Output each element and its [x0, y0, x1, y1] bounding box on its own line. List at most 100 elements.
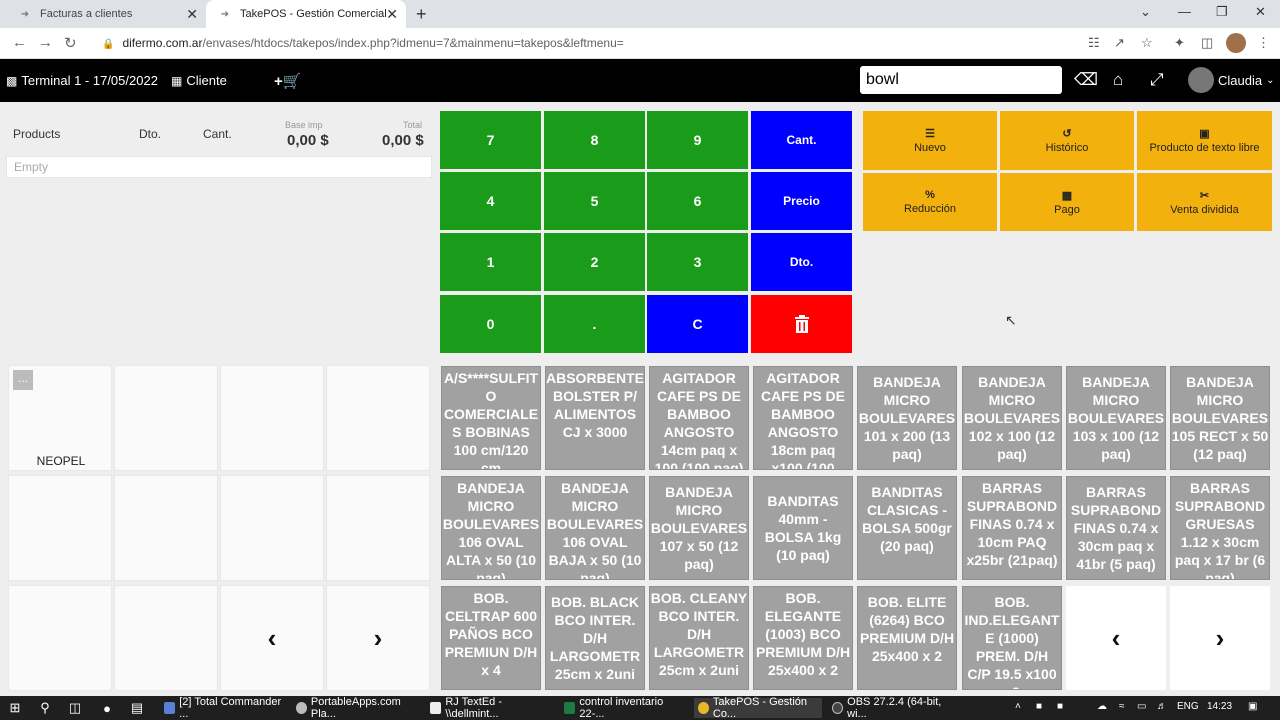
- product-tile[interactable]: BOB. ELITE (6264) BCO PREMIUM D/H 25x400…: [857, 586, 957, 690]
- reduction-button[interactable]: % Reducción: [863, 173, 997, 231]
- product-tile[interactable]: BOB. CLEANY BCO INTER. D/H LARGOMETR 25c…: [649, 586, 749, 690]
- new-tab-icon[interactable]: +: [416, 4, 427, 25]
- volume-icon[interactable]: ♬: [1157, 701, 1167, 712]
- window-close-icon[interactable]: ✕: [1255, 4, 1266, 20]
- share-icon[interactable]: ↗: [1114, 35, 1125, 51]
- split-sale-button[interactable]: ✂ Venta dividida: [1137, 173, 1272, 231]
- taskbar-app-takepos[interactable]: TakePOS - Gestión Co...: [694, 696, 822, 720]
- terminal-selector[interactable]: ▩ Terminal 1 - 17/05/2022: [6, 59, 158, 102]
- product-tile[interactable]: BARRAS SUPRABOND FINAS 0.74 x 10cm PAQ x…: [962, 476, 1062, 580]
- clear-key[interactable]: C: [647, 295, 748, 353]
- product-tile[interactable]: BOB. CELTRAP 600 PAÑOS BCO PREMIUN D/H x…: [441, 586, 541, 690]
- tray-chevron-icon[interactable]: ˄: [1015, 701, 1021, 712]
- add-to-cart-icon[interactable]: +🛒: [274, 59, 301, 102]
- tray-app-icon[interactable]: ■: [1036, 701, 1042, 712]
- key-5[interactable]: 5: [544, 172, 645, 230]
- product-prev-icon[interactable]: ‹: [1066, 586, 1166, 690]
- product-tile[interactable]: AGITADOR CAFE PS DE BAMBOO ANGOSTO 18cm …: [753, 366, 853, 470]
- browser-tab-takepos[interactable]: ➜ TakePOS - Gestión Comercial ✕: [206, 0, 406, 28]
- product-tile[interactable]: BANDITAS CLASICAS - BOLSA 500gr (20 paq): [857, 476, 957, 580]
- minimize-icon[interactable]: —: [1178, 4, 1191, 19]
- key-6[interactable]: 6: [647, 172, 748, 230]
- product-tile[interactable]: BOB. ELEGANTE (1003) BCO PREMIUM D/H 25x…: [753, 586, 853, 690]
- bookmark-star-icon[interactable]: ☆: [1141, 35, 1153, 51]
- taskbar-app-total-commander[interactable]: [2] Total Commander ...: [160, 696, 286, 720]
- taskbar-app-rj-texted[interactable]: RJ TextEd - \\dellmint...: [426, 696, 552, 720]
- home-icon[interactable]: ⌂: [1113, 70, 1123, 90]
- browser-menu-icon[interactable]: ⋮: [1257, 35, 1270, 51]
- taskbar-app-obs[interactable]: OBS 27.2.4 (64-bit, wi...: [828, 696, 954, 720]
- notifications-icon[interactable]: ▣: [1248, 701, 1257, 712]
- extensions-icon[interactable]: ✦: [1174, 35, 1185, 51]
- search-icon[interactable]: ⚲: [36, 699, 54, 717]
- product-tile[interactable]: BARRAS SUPRABOND GRUESAS 1.12 x 30cm paq…: [1170, 476, 1270, 580]
- history-button[interactable]: ↺ Histórico: [1000, 111, 1134, 170]
- product-tile[interactable]: BANDEJA MICRO BOULEVARES 106 OVAL ALTA x…: [441, 476, 541, 580]
- taskbar-app-portableapps[interactable]: PortableApps.com Pla...: [292, 696, 418, 720]
- onedrive-icon[interactable]: ☁: [1097, 701, 1107, 712]
- fullscreen-icon[interactable]: ⤢: [1150, 70, 1164, 90]
- delete-line-button[interactable]: [751, 295, 852, 353]
- tab-search-chevron-icon[interactable]: ⌄: [1140, 4, 1151, 20]
- product-tile[interactable]: BANDEJA MICRO BOULEVARES 105 RECT x 50 (…: [1170, 366, 1270, 470]
- product-tile[interactable]: AGITADOR CAFE PS DE BAMBOO ANGOSTO 14cm …: [649, 366, 749, 470]
- product-tile[interactable]: BOB. BLACK BCO INTER. D/H LARGOMETR 25cm…: [545, 586, 645, 690]
- tab-close-icon[interactable]: ✕: [386, 6, 398, 23]
- discount-button[interactable]: Dto.: [751, 233, 852, 291]
- clear-search-icon[interactable]: ⌫: [1074, 70, 1098, 90]
- product-next-icon[interactable]: ›: [1170, 586, 1270, 690]
- user-menu[interactable]: Claudia ⌄: [1188, 67, 1274, 93]
- file-explorer-icon[interactable]: ▤: [128, 699, 146, 717]
- product-tile[interactable]: BANDEJA MICRO BOULEVARES 107 x 50 (12 pa…: [649, 476, 749, 580]
- free-text-product-button[interactable]: ▣ Producto de texto libre: [1137, 111, 1272, 170]
- new-sale-button[interactable]: ☰ Nuevo: [863, 111, 997, 170]
- clock[interactable]: 14:23: [1207, 701, 1232, 712]
- edge-icon[interactable]: ●: [98, 699, 116, 717]
- key-3[interactable]: 3: [647, 233, 748, 291]
- reload-icon[interactable]: ↻: [64, 34, 77, 52]
- back-icon[interactable]: ←: [12, 34, 27, 51]
- product-tile[interactable]: BOB. IND.ELEGANTE (1000) PREM. D/H C/P 1…: [962, 586, 1062, 690]
- taskbar-app-excel[interactable]: control inventario 22-...: [560, 696, 686, 720]
- url-field[interactable]: 🔒 difermo.com.ar/envases/htdocs/takepos/i…: [90, 32, 1080, 55]
- key-2[interactable]: 2: [544, 233, 645, 291]
- category-next-icon[interactable]: ›: [326, 585, 430, 691]
- translate-icon[interactable]: ☷: [1088, 35, 1100, 51]
- task-view-icon[interactable]: ◫: [66, 699, 84, 717]
- product-tile[interactable]: ABSORBENTE BOLSTER P/ ALIMENTOS CJ x 300…: [545, 366, 645, 470]
- price-button[interactable]: Precio: [751, 172, 852, 230]
- product-tile[interactable]: BANDEJA MICRO BOULEVARES 106 OVAL BAJA x…: [545, 476, 645, 580]
- product-search-input[interactable]: [860, 66, 1062, 94]
- customer-button[interactable]: ▦ Cliente: [171, 59, 227, 102]
- payment-button[interactable]: ▩ Pago: [1000, 173, 1134, 231]
- maximize-icon[interactable]: ❐: [1216, 4, 1228, 20]
- tray-app-icon[interactable]: ■: [1057, 701, 1063, 712]
- product-tile[interactable]: BARRAS SUPRABOND FINAS 0.74 x 30cm paq x…: [1066, 476, 1166, 580]
- product-tile[interactable]: BANDEJA MICRO BOULEVARES 103 x 100 (12 p…: [1066, 366, 1166, 470]
- key-9[interactable]: 9: [647, 111, 748, 169]
- profile-avatar[interactable]: [1226, 33, 1246, 53]
- product-tile[interactable]: BANDEJA MICRO BOULEVARES 102 x 100 (12 p…: [962, 366, 1062, 470]
- key-8[interactable]: 8: [544, 111, 645, 169]
- forward-icon[interactable]: →: [38, 34, 53, 51]
- wifi-icon[interactable]: ≈: [1119, 701, 1125, 712]
- quantity-button[interactable]: Cant.: [751, 111, 852, 169]
- product-tile[interactable]: BANDEJA MICRO BOULEVARES 101 x 200 (13 p…: [857, 366, 957, 470]
- category-prev-icon[interactable]: ‹: [220, 585, 324, 691]
- tab-close-icon[interactable]: ✕: [186, 6, 198, 23]
- windows-start-icon[interactable]: ⊞: [6, 699, 24, 717]
- key-0[interactable]: 0: [440, 295, 541, 353]
- product-tile[interactable]: BANDITAS 40mm - BOLSA 1kg (10 paq): [753, 476, 853, 580]
- browser-tab-facturas[interactable]: ➜ Facturas a clientes ✕: [0, 0, 206, 28]
- key-dot[interactable]: .: [544, 295, 645, 353]
- category-more-button[interactable]: ...: [13, 370, 33, 390]
- key-1[interactable]: 1: [440, 233, 541, 291]
- language-indicator[interactable]: ENG: [1177, 701, 1199, 712]
- key-7[interactable]: 7: [440, 111, 541, 169]
- key-4[interactable]: 4: [440, 172, 541, 230]
- tab-label: Facturas a clientes: [40, 8, 133, 20]
- product-tile[interactable]: A/S****SULFITO COMERCIALES BOBINAS 100 c…: [441, 366, 541, 470]
- battery-icon[interactable]: ▭: [1137, 701, 1146, 712]
- category-neopel[interactable]: ... NEOPEL: [8, 365, 112, 471]
- side-panel-icon[interactable]: ◫: [1201, 35, 1213, 51]
